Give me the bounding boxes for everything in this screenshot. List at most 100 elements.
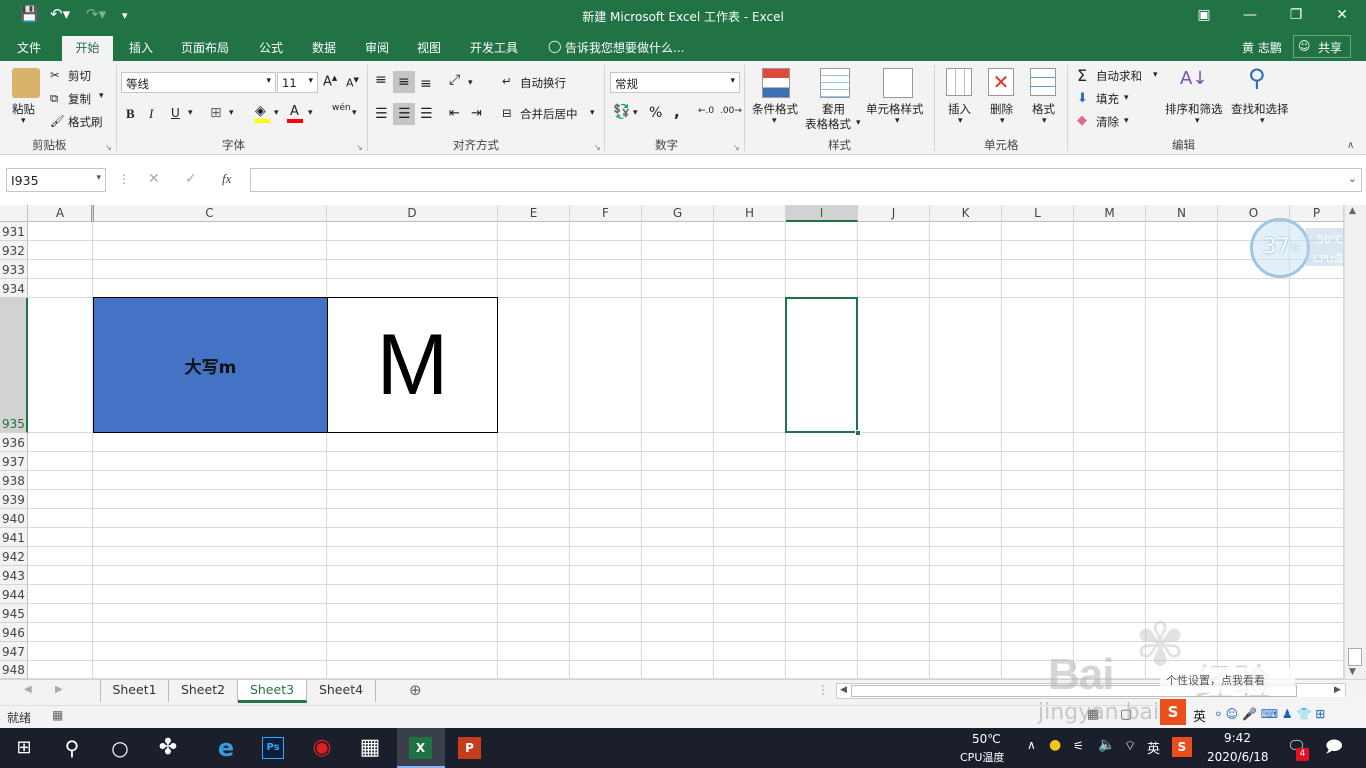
clear-button[interactable]: 清除	[1096, 114, 1119, 130]
cut-button[interactable]: 剪切	[68, 68, 91, 84]
sheet-tab-sheet3[interactable]: Sheet3	[238, 680, 307, 703]
phonetic-button[interactable]: wén	[332, 103, 351, 113]
row-header-931[interactable]: 931	[0, 222, 28, 241]
currency-icon[interactable]: 💱	[613, 104, 630, 120]
active-cell-selection[interactable]	[785, 297, 858, 433]
find-magnifier-icon[interactable]: ⚲	[1248, 64, 1266, 92]
format-as-table-button[interactable]: 表格格式	[805, 116, 851, 132]
font-name-select[interactable]: 等线 ▾	[121, 72, 276, 93]
windows-start-icon[interactable]: ⊞	[0, 728, 48, 768]
scissors-icon[interactable]: ✂	[50, 68, 60, 82]
dialog-launcher-icon[interactable]: ↘	[594, 143, 601, 152]
cell-c935[interactable]: 大写m	[93, 297, 328, 433]
orientation-icon[interactable]: ⤢	[449, 72, 460, 88]
edge-browser-icon[interactable]: e	[202, 728, 250, 768]
decrease-indent-icon[interactable]: ⇤	[449, 106, 460, 121]
fill-button[interactable]: 填充	[1096, 91, 1119, 107]
grow-font-button[interactable]: A▲	[323, 74, 337, 89]
increase-indent-icon[interactable]: ⇥	[471, 106, 482, 121]
sogou-icon[interactable]: S	[1160, 699, 1186, 725]
row-header-948[interactable]: 948	[0, 661, 28, 679]
ime-tools-icons[interactable]: ⸰ ☺ 🎤 ⌨ ♟ 👕 ⊞	[1215, 705, 1325, 722]
column-header-m[interactable]: M	[1074, 205, 1146, 222]
tab-view[interactable]: 视图	[417, 39, 441, 56]
wrap-text-button[interactable]: 自动换行	[520, 75, 566, 91]
underline-button[interactable]: U	[171, 106, 180, 120]
merge-center-button[interactable]: 合并后居中	[520, 106, 578, 122]
brush-icon[interactable]: 🖌	[50, 114, 65, 128]
font-color-icon[interactable]: A	[290, 104, 299, 119]
column-header-h[interactable]: H	[714, 205, 786, 222]
find-select-button[interactable]: 查找和选择	[1231, 101, 1289, 117]
dialog-launcher-icon[interactable]: ↘	[105, 143, 112, 152]
search-icon[interactable]: ⚲	[48, 728, 96, 768]
font-size-select[interactable]: 11 ▾	[277, 72, 318, 93]
clock-date[interactable]: 2020/6/18	[1207, 750, 1269, 764]
format-as-table-line1[interactable]: 套用	[822, 101, 845, 117]
row-header-937[interactable]: 937	[0, 452, 28, 471]
sort-filter-button[interactable]: 排序和筛选	[1165, 101, 1223, 117]
sort-filter-icon[interactable]: A↓	[1180, 68, 1207, 89]
sheet-tab-sheet2[interactable]: Sheet2	[169, 680, 238, 702]
align-center-icon[interactable]: ☰	[398, 106, 411, 122]
scroll-left-icon[interactable]: ◀	[840, 685, 847, 695]
ribbon-display-icon[interactable]: ▣	[1184, 7, 1224, 23]
tab-data[interactable]: 数据	[312, 39, 336, 56]
align-left-icon[interactable]: ☰	[375, 106, 388, 122]
netease-music-icon[interactable]: ◉	[298, 728, 346, 768]
name-box[interactable]: I935 ▾	[6, 168, 106, 192]
tab-page-layout[interactable]: 页面布局	[181, 39, 229, 56]
align-middle-icon[interactable]: ≡	[398, 74, 410, 90]
vertical-scrollbar[interactable]	[1344, 205, 1366, 679]
restore-icon[interactable]: ❐	[1276, 7, 1316, 23]
select-all-corner[interactable]	[0, 205, 28, 222]
cell-d935[interactable]: M	[327, 297, 498, 433]
calculator-icon[interactable]: ▦	[346, 728, 394, 768]
column-header-i[interactable]: I	[786, 205, 858, 222]
column-header-c[interactable]: C	[93, 205, 327, 222]
minimize-icon[interactable]: —	[1230, 7, 1270, 23]
eraser-icon[interactable]: ◆	[1077, 113, 1087, 128]
taskbar-sogou-icon[interactable]: S	[1172, 737, 1192, 757]
column-header-g[interactable]: G	[642, 205, 714, 222]
autosum-button[interactable]: 自动求和	[1096, 68, 1142, 84]
format-cells-icon[interactable]	[1030, 68, 1056, 96]
dialog-launcher-icon[interactable]: ↘	[733, 143, 740, 152]
formula-input[interactable]: ⌄	[250, 168, 1362, 192]
powerpoint-icon[interactable]: P	[458, 737, 481, 759]
row-header-938[interactable]: 938	[0, 471, 28, 490]
close-icon[interactable]: ✕	[1322, 7, 1362, 23]
percent-button[interactable]: %	[649, 105, 662, 121]
row-header-947[interactable]: 947	[0, 642, 28, 661]
user-name[interactable]: 黄 志鹏	[1242, 39, 1282, 56]
row-header-941[interactable]: 941	[0, 528, 28, 547]
tab-formulas[interactable]: 公式	[259, 39, 283, 56]
volume-icon[interactable]: 🔈	[1098, 737, 1115, 753]
row-header-932[interactable]: 932	[0, 241, 28, 260]
number-format-select[interactable]: 常规 ▾	[610, 72, 740, 93]
delete-cells-icon[interactable]: ✕	[988, 68, 1014, 96]
tray-chevron-icon[interactable]: ∧	[1027, 738, 1036, 752]
column-header-p[interactable]: P	[1290, 205, 1344, 222]
taskbar-ime-lang[interactable]: 英	[1147, 738, 1160, 757]
column-header-d[interactable]: D	[327, 205, 498, 222]
macro-record-icon[interactable]: ▦	[52, 708, 63, 722]
notice-text[interactable]: 个性设置，点我看看	[1166, 672, 1265, 688]
italic-button[interactable]: I	[149, 106, 153, 122]
tab-developer[interactable]: 开发工具	[470, 39, 518, 56]
decrease-decimal-icon[interactable]: .00→	[720, 106, 742, 116]
save-icon[interactable]: 💾	[20, 5, 39, 23]
align-bottom-icon[interactable]: ≡	[420, 76, 432, 92]
paste-button[interactable]: 粘贴	[12, 101, 35, 117]
row-header-936[interactable]: 936	[0, 433, 28, 452]
column-header-k[interactable]: K	[930, 205, 1002, 222]
wifi-icon[interactable]: ⌔	[1124, 738, 1136, 754]
delete-button[interactable]: 删除	[990, 101, 1013, 117]
tray-wechat-icon[interactable]: ⚟	[1073, 739, 1084, 753]
tab-insert[interactable]: 插入	[129, 39, 153, 56]
insert-function-icon[interactable]: fx	[222, 171, 231, 187]
merge-icon[interactable]: ⊟	[502, 106, 512, 120]
tab-splitter-icon[interactable]: ⋮	[817, 683, 829, 697]
row-header-939[interactable]: 939	[0, 490, 28, 509]
notification-icon[interactable]: 🗩	[1325, 736, 1343, 763]
